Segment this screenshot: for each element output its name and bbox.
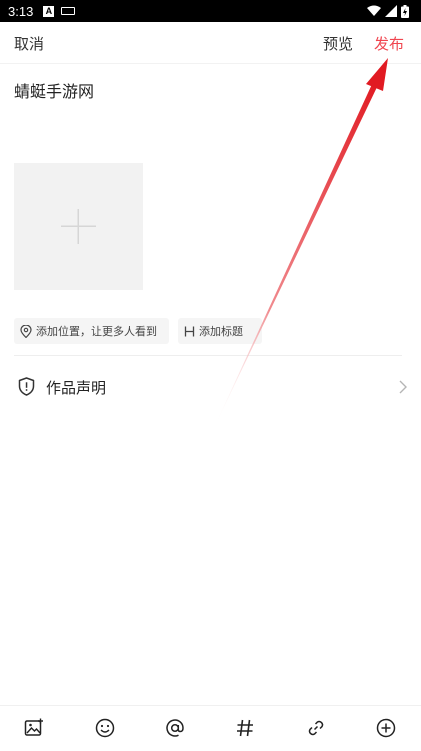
publish-button[interactable]: 发布 xyxy=(374,33,404,54)
preview-button[interactable]: 预览 xyxy=(323,33,353,54)
add-heading-label: 添加标题 xyxy=(199,325,243,338)
chevron-right-icon xyxy=(399,379,407,398)
notification-a-icon: A xyxy=(43,5,55,17)
location-pin-icon xyxy=(20,324,32,338)
status-time: 3:13 xyxy=(8,3,34,19)
mention-icon[interactable] xyxy=(163,716,187,740)
plus-icon xyxy=(61,209,96,244)
status-icons xyxy=(367,0,409,22)
work-declaration-row[interactable]: 作品声明 xyxy=(0,368,421,406)
bottom-toolbar xyxy=(0,705,421,751)
image-icon[interactable] xyxy=(22,716,46,740)
status-bar: 3:13 A xyxy=(0,0,421,22)
link-icon[interactable] xyxy=(304,716,328,740)
hashtag-icon[interactable] xyxy=(233,716,257,740)
add-location-label: 添加位置，让更多人看到 xyxy=(36,325,157,338)
add-location-chip[interactable]: 添加位置，让更多人看到 xyxy=(14,318,169,344)
heading-h-icon xyxy=(184,326,195,337)
keyboard-icon xyxy=(61,7,76,15)
add-circle-icon[interactable] xyxy=(374,716,398,740)
editor-header: 取消 预览 发布 xyxy=(0,22,421,64)
shield-icon xyxy=(18,377,35,400)
add-heading-chip[interactable]: 添加标题 xyxy=(178,318,262,344)
section-divider xyxy=(14,355,402,356)
post-title[interactable]: 蜻蜓手游网 xyxy=(14,78,94,102)
header-divider xyxy=(0,63,421,64)
signal-icon xyxy=(385,5,397,17)
emoji-icon[interactable] xyxy=(93,716,117,740)
work-declaration-label: 作品声明 xyxy=(46,379,107,397)
battery-icon xyxy=(401,4,409,18)
wifi-icon xyxy=(367,5,381,16)
cancel-button[interactable]: 取消 xyxy=(14,33,44,54)
add-media-button[interactable] xyxy=(14,163,143,290)
